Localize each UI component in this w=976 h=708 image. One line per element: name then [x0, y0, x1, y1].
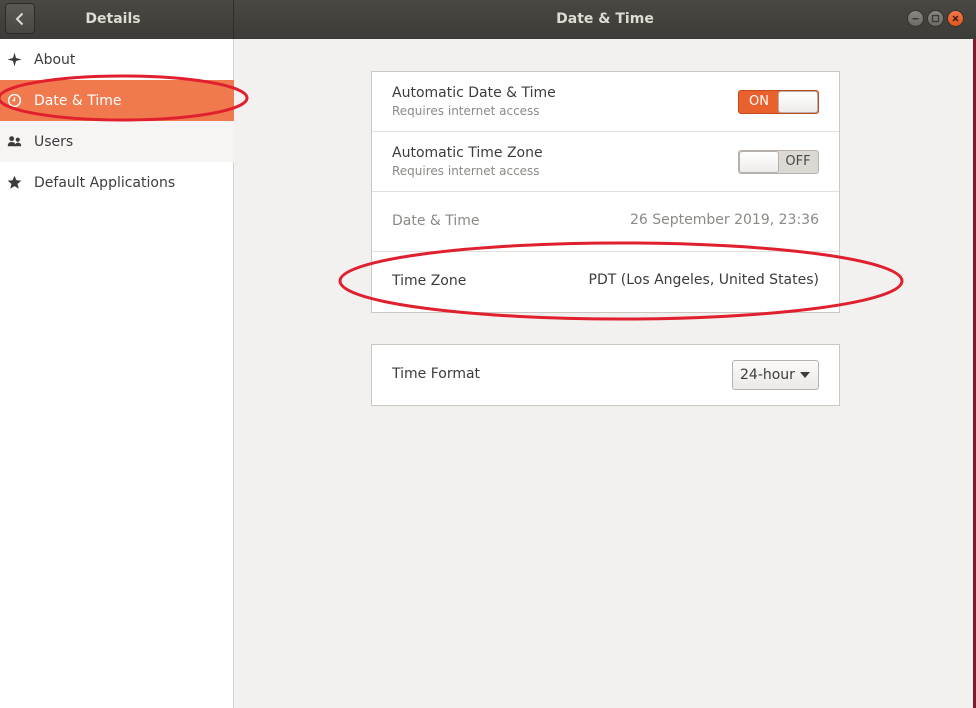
time-format-dropdown[interactable]: 24-hour: [732, 360, 819, 390]
maximize-button[interactable]: [927, 10, 944, 27]
main-panel: Automatic Date & Time Requires internet …: [235, 39, 973, 708]
switch-state: ON: [749, 94, 769, 109]
minimize-button[interactable]: [907, 10, 924, 27]
sidebar-title: Details: [85, 11, 141, 27]
close-button[interactable]: [947, 10, 964, 27]
sidebar-item-label: Date & Time: [34, 92, 122, 109]
time-format-card: Time Format 24-hour: [371, 344, 840, 406]
time-zone-value: PDT (Los Angeles, United States): [588, 272, 819, 288]
dropdown-arrow-icon: [800, 372, 810, 378]
date-time-settings-card: Automatic Date & Time Requires internet …: [371, 71, 840, 313]
automatic-date-time-switch[interactable]: ON: [738, 90, 819, 114]
window-controls: [907, 10, 964, 27]
automatic-date-time-label: Automatic Date & Time: [392, 85, 556, 101]
time-format-row: Time Format 24-hour: [372, 345, 839, 405]
time-zone-label: Time Zone: [392, 273, 467, 289]
minimize-icon: [912, 18, 919, 20]
star-icon: [6, 175, 22, 191]
automatic-time-zone-label: Automatic Time Zone: [392, 145, 543, 161]
close-icon: [952, 15, 959, 22]
switch-state: OFF: [785, 154, 811, 169]
date-time-value: 26 September 2019, 23:36: [630, 212, 819, 228]
switch-knob: [778, 91, 818, 113]
title-bar: Details Date & Time: [0, 0, 976, 39]
maximize-icon: [931, 14, 940, 23]
automatic-time-zone-switch[interactable]: OFF: [738, 150, 819, 174]
automatic-time-zone-row[interactable]: Automatic Time Zone Requires internet ac…: [372, 132, 839, 192]
sidebar-item-label: Users: [34, 133, 74, 150]
sidebar-item-default-applications[interactable]: Default Applications: [0, 162, 234, 203]
window-title: Date & Time: [556, 11, 654, 27]
chevron-left-icon: [15, 12, 24, 25]
automatic-date-time-sublabel: Requires internet access: [392, 104, 540, 118]
sidebar-item-label: About: [34, 51, 76, 68]
time-zone-row[interactable]: Time Zone PDT (Los Angeles, United State…: [372, 252, 839, 312]
sidebar-item-label: Default Applications: [34, 174, 176, 191]
sidebar: About Date & Time Users Default Applicat…: [0, 39, 234, 708]
sidebar-item-date-time[interactable]: Date & Time: [0, 80, 234, 121]
time-format-selected: 24-hour: [740, 367, 795, 383]
back-button[interactable]: [5, 3, 35, 34]
clock-icon: [6, 93, 22, 109]
sparkle-icon: [6, 52, 22, 68]
automatic-time-zone-sublabel: Requires internet access: [392, 164, 540, 178]
sidebar-header: Details: [0, 0, 234, 39]
automatic-date-time-row[interactable]: Automatic Date & Time Requires internet …: [372, 72, 839, 132]
switch-knob: [739, 151, 779, 173]
date-time-row: Date & Time 26 September 2019, 23:36: [372, 192, 839, 252]
time-format-label: Time Format: [392, 366, 481, 382]
users-icon: [6, 134, 22, 150]
sidebar-item-users[interactable]: Users: [0, 121, 234, 162]
date-time-label: Date & Time: [392, 213, 480, 229]
sidebar-item-about[interactable]: About: [0, 39, 234, 80]
